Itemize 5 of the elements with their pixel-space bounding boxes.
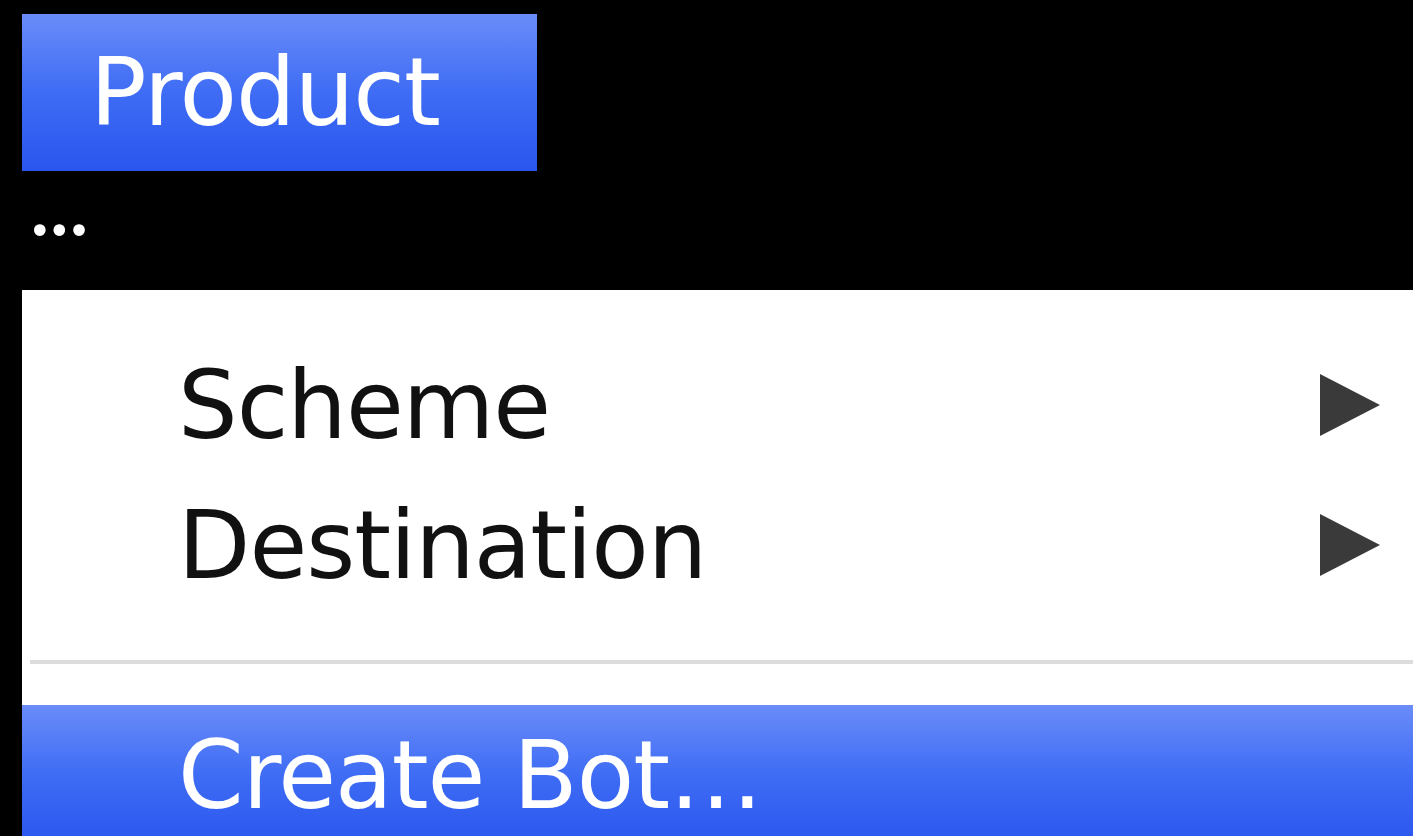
overflow-indicator[interactable]: ••• <box>28 210 87 251</box>
menu-title[interactable]: Product <box>22 14 537 171</box>
menu-item[interactable]: Create Bot… <box>22 705 1413 836</box>
menu-item[interactable]: Destination <box>22 475 1413 615</box>
menu-item[interactable]: Scheme <box>22 335 1413 475</box>
